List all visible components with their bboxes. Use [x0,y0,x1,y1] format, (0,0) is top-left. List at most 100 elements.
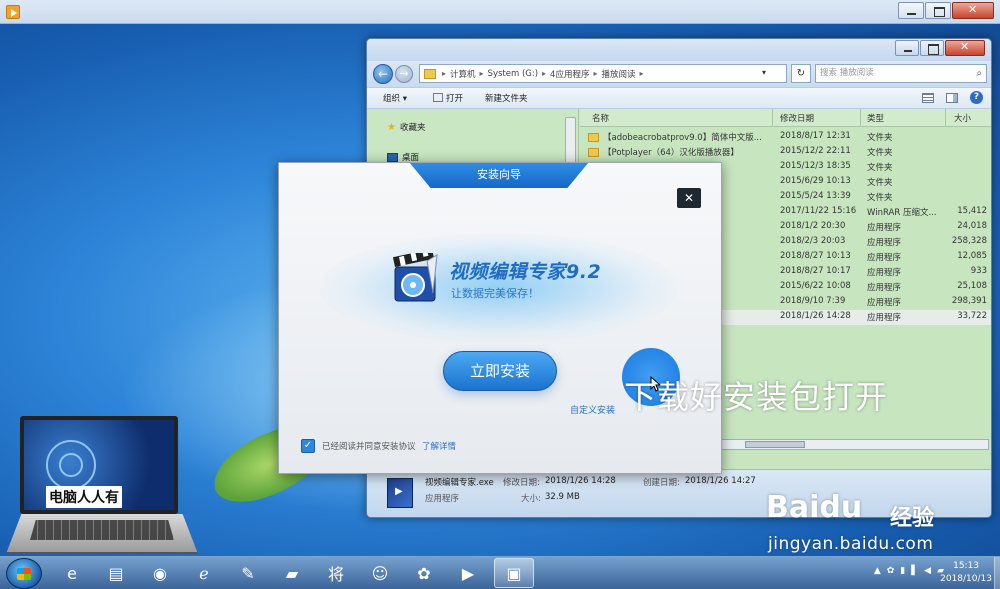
file-date: 2015/12/2 22:11 [780,146,851,156]
details-kind: 应用程序 [425,494,460,504]
file-type: 文件夹 [867,178,893,188]
clock-date: 2018/10/13 [940,574,992,584]
tray-network-icon[interactable]: ▮ [900,566,905,576]
preview-pane-icon[interactable] [946,92,958,103]
file-name: 【adobeacrobatprov9.0】简体中文版... [588,131,762,143]
search-input[interactable]: 搜索 播放阅读 ⌕ [815,64,987,83]
address-bar[interactable]: ▸ 计算机 ▸ System (G:) ▸ 4应用程序 ▸ 播放阅读 ▸ ▾ [419,64,787,83]
explorer-minimize-button[interactable] [895,40,919,56]
tray-signal-icon[interactable]: ▌ [911,566,918,576]
search-icon[interactable]: ⌕ [976,65,982,82]
file-type: 应用程序 [867,223,902,233]
file-name: 【Potplayer（64）汉化版播放器】 [588,146,739,158]
tray-app-icon[interactable]: ✿ [887,566,895,576]
toolbar-right-group: ? [922,91,983,104]
explorer-maximize-button[interactable] [920,40,944,56]
file-size: 15,412 [957,206,987,216]
explorer-close-button[interactable] [945,40,985,56]
outer-minimize-button[interactable] [898,2,924,19]
file-size: 12,085 [957,251,987,261]
laptop-keyboard [30,520,174,540]
breadcrumb-current[interactable]: 播放阅读 [601,68,635,80]
installer-dialog: 安装向导 ✕ 视频编辑专家9.2 让数据完美保存！ 立即安装 自定义安装 ✓ 已… [278,162,722,474]
file-date: 2015/5/24 13:39 [780,191,851,201]
file-date: 2018/8/17 12:31 [780,131,851,141]
outer-close-button[interactable] [952,2,994,19]
address-row: ← → ▸ 计算机 ▸ System (G:) ▸ 4应用程序 ▸ 播放阅读 ▸… [367,61,991,87]
install-now-button[interactable]: 立即安装 [443,351,557,391]
back-arrow-icon[interactable]: ← [373,64,393,84]
chevron-right-icon: ▸ [639,69,644,78]
file-size: 298,391 [951,296,987,306]
forward-arrow-icon[interactable]: → [395,65,413,83]
file-date: 2018/8/27 10:13 [780,251,851,261]
laptop-screen: 电脑人人有 [20,416,178,514]
chat-icon[interactable]: ◉ [140,558,180,588]
tray-arrow-icon[interactable]: ▲ [874,566,881,576]
outer-maximize-button[interactable] [925,2,951,19]
breadcrumb-drive[interactable]: System (G:) [488,69,538,79]
video-editor-icon[interactable]: ▣ [494,558,534,588]
organize-button[interactable]: 组织 ▾ [383,92,407,104]
close-icon[interactable]: ✕ [677,188,701,208]
game-icon[interactable]: 将 [316,558,356,588]
baidu-logo-du: du [819,490,863,525]
laptop-logo: 电脑人人有 [6,414,198,556]
outer-window-controls [897,2,994,19]
baidu-url: jingyan.baidu.com [768,534,934,554]
video-editor-icon [387,478,413,508]
agree-checkbox[interactable]: ✓ [301,439,315,453]
desktop-icon [387,152,398,162]
chevron-down-icon[interactable]: ▾ [762,68,766,77]
ie-icon[interactable]: e [52,558,92,588]
refresh-icon[interactable]: ↻ [791,64,811,83]
star-icon: ★ [387,121,396,133]
file-type: 应用程序 [867,253,902,263]
open-label: 打开 [446,94,464,104]
avatar-icon[interactable]: ☺ [360,558,400,588]
column-divider[interactable] [945,109,946,127]
breadcrumb-apps[interactable]: 4应用程序 [550,68,589,80]
column-modified[interactable]: 修改日期 [780,112,814,124]
column-divider[interactable] [860,109,861,127]
file-row[interactable]: 【adobeacrobatprov9.0】简体中文版... 2018/8/17 1… [580,130,991,145]
details-modified-label: 修改日期: [503,478,540,488]
file-date: 2018/1/2 20:30 [780,221,846,231]
taskbar: e ▤ ◉ ℯ ✎ ▰ 将 ☺ ✿ ▶ ▣ ▲ ✿ ▮ ▌ ◀ ▰ 15:13 … [0,556,1000,589]
details-filename: 视频编辑专家.exe [425,478,494,488]
player-icon[interactable]: ▶ [448,558,488,588]
breadcrumb-computer[interactable]: 计算机 [450,68,476,80]
file-name-text: 【adobeacrobatprov9.0】简体中文版... [603,133,762,143]
chevron-right-icon: ▸ [542,69,547,78]
help-icon[interactable]: ? [970,91,983,104]
column-size[interactable]: 大小 [954,112,971,124]
clock[interactable]: 15:13 2018/10/13 [940,560,992,586]
column-divider[interactable] [772,109,773,127]
file-date: 2015/6/29 10:13 [780,176,851,186]
start-button[interactable] [6,558,42,589]
file-type: 应用程序 [867,238,902,248]
scrollbar-thumb[interactable] [745,441,805,448]
column-name[interactable]: 名称 [592,112,609,124]
explorer-toolbar: 组织 ▾ 打开 新建文件夹 ? [367,87,991,109]
explorer-icon[interactable]: ▰ [272,558,312,588]
paint-icon[interactable]: ✎ [228,558,268,588]
share-icon[interactable]: ✿ [404,558,444,588]
open-button[interactable]: 打开 [433,92,463,104]
file-type: 应用程序 [867,313,902,323]
chevron-right-icon: ▸ [442,69,447,78]
view-options-icon[interactable] [922,92,934,103]
column-type[interactable]: 类型 [867,112,884,124]
tray-volume-icon[interactable]: ◀ [924,566,931,576]
custom-install-link[interactable]: 自定义安装 [570,403,615,416]
folder-icon[interactable]: ▤ [96,558,136,588]
show-desktop-button[interactable] [994,557,1000,589]
file-date: 2018/1/26 14:28 [780,311,851,321]
ie-icon[interactable]: ℯ [184,558,224,588]
agree-details-link[interactable]: 了解详情 [422,440,456,452]
agree-text: 已经阅读并同意安装协议 [322,442,416,452]
nav-favorites[interactable]: ★ 收藏夹 [387,121,425,134]
file-row[interactable]: 【Potplayer（64）汉化版播放器】 2015/12/2 22:11 文件夹 [580,145,991,160]
new-folder-button[interactable]: 新建文件夹 [485,92,528,104]
file-size: 33,722 [957,311,987,321]
